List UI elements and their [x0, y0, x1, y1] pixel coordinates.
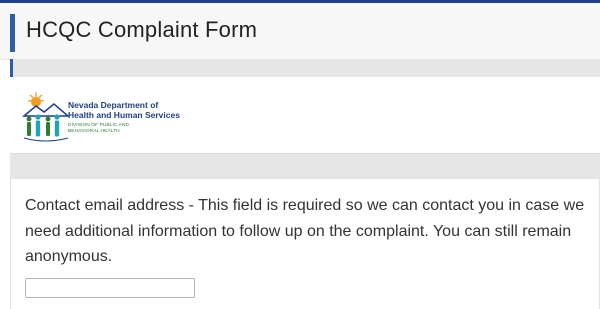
logo-line-4: BEHAVIORAL HEALTH [68, 129, 120, 134]
logo-line-2: Health and Human Services [68, 110, 180, 120]
page-header: HCQC Complaint Form [0, 3, 600, 60]
logo-title: Nevada Department of Health and Human Se… [68, 100, 188, 120]
section-accent-bar [10, 59, 13, 77]
dhhs-emblem-icon [21, 92, 71, 142]
section-divider [10, 59, 600, 77]
page-title: HCQC Complaint Form [26, 17, 258, 42]
title-accent-bar [10, 14, 15, 52]
question-card: Contact email address - This field is re… [10, 178, 600, 309]
logo-line-1: Nevada Department of [68, 100, 159, 110]
email-question-label: Contact email address - This field is re… [25, 197, 585, 265]
logo-subtitle: DIVISION OF PUBLIC AND BEHAVIORAL HEALTH [68, 123, 188, 135]
section-band [10, 153, 600, 178]
dhhs-logo: Nevada Department of Health and Human Se… [21, 86, 180, 146]
email-field[interactable] [25, 278, 195, 298]
